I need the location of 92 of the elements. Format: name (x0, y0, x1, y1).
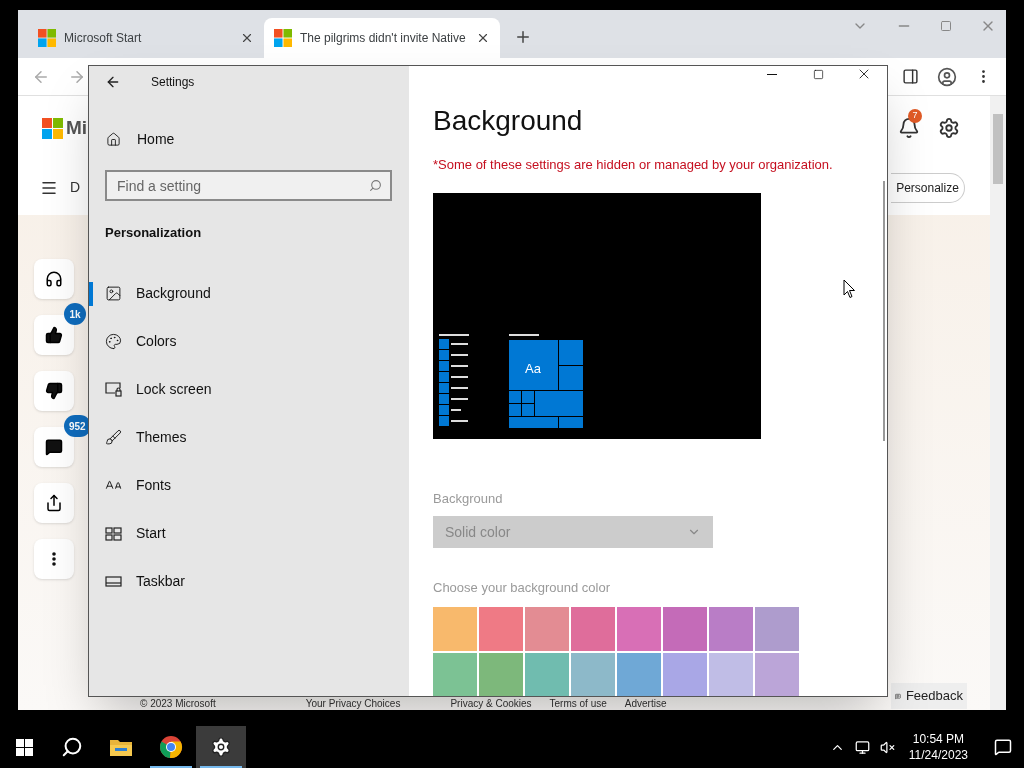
color-swatch[interactable] (709, 652, 753, 696)
comment-icon (45, 438, 63, 456)
count-badge: 1k (64, 303, 86, 325)
brush-icon (105, 429, 122, 446)
color-swatch[interactable] (433, 606, 477, 651)
volume-muted-icon[interactable] (879, 739, 895, 755)
color-swatch[interactable] (571, 606, 615, 651)
section-label: Choose your background color (433, 579, 612, 597)
nav-item[interactable]: Taskbar (89, 557, 409, 606)
monitor-lock-icon (105, 382, 122, 397)
search-icon (61, 736, 83, 758)
clock[interactable]: 10:54 PM 11/24/2023 (904, 731, 972, 763)
nav-text: D (70, 178, 81, 197)
footer-link[interactable]: Advertise (624, 698, 667, 709)
action-button[interactable] (34, 259, 74, 299)
folder-icon (109, 737, 133, 757)
network-icon[interactable] (854, 739, 870, 755)
close-icon[interactable] (476, 31, 490, 45)
tab-title: Microsoft Start (64, 30, 143, 47)
close-icon[interactable] (240, 31, 254, 45)
policy-warning: *Some of these settings are hidden or managed by your organization. (433, 156, 834, 174)
tiles-icon (105, 526, 122, 541)
thumbs-up-icon (45, 326, 63, 344)
color-swatch[interactable] (755, 652, 799, 696)
color-swatch[interactable] (525, 652, 569, 696)
home-icon (106, 131, 121, 147)
personalize-button[interactable]: Personalize (891, 172, 965, 203)
field-label: Background (433, 489, 504, 508)
window-title: Settings (151, 74, 195, 91)
gear-icon (210, 736, 232, 758)
count-badge: 952 (64, 415, 91, 437)
maximize-icon (812, 68, 824, 80)
maximize-icon[interactable] (940, 20, 952, 32)
four-squares-logo-icon (38, 29, 56, 47)
taskbar-icon (105, 576, 122, 587)
search-field[interactable]: Find a setting (105, 170, 392, 201)
settings-icon[interactable] (938, 117, 960, 139)
nav-item[interactable]: Background (89, 269, 409, 318)
four-squares-logo-icon (274, 29, 292, 47)
footer-link[interactable]: Your Privacy Choices (305, 698, 401, 709)
nav-item[interactable]: Lock screen (89, 365, 409, 414)
nav-item[interactable]: Start (89, 509, 409, 558)
thumbs-down-icon (45, 382, 63, 400)
tab-title: The pilgrims didn't invite Native (300, 30, 467, 47)
scrollbar[interactable] (883, 181, 885, 441)
notifications-icon[interactable] (994, 738, 1012, 756)
new-tab-icon[interactable] (514, 28, 532, 46)
notification-count: 7 (908, 109, 922, 123)
palette-icon (105, 333, 122, 350)
color-swatch[interactable] (663, 652, 707, 696)
taskbar-app[interactable] (196, 726, 246, 768)
mouse-pointer-icon (843, 279, 856, 299)
color-swatch[interactable] (525, 606, 569, 651)
color-swatch[interactable] (479, 652, 523, 696)
color-swatch[interactable] (709, 606, 753, 651)
color-swatch[interactable] (617, 606, 661, 651)
browser-logo-icon (159, 735, 183, 759)
action-button[interactable] (34, 371, 74, 411)
site-logo-text: Mi (66, 115, 88, 140)
headphones-icon (45, 270, 63, 288)
scrollbar[interactable] (990, 96, 1006, 710)
minimize-icon (767, 73, 777, 75)
side-panel-icon[interactable] (902, 68, 919, 85)
nav-item[interactable]: Fonts (89, 461, 409, 510)
nav-item[interactable]: Themes (89, 413, 409, 462)
color-swatch[interactable] (433, 652, 477, 696)
color-swatch[interactable] (479, 606, 523, 651)
color-swatch[interactable] (755, 606, 799, 651)
footer-link[interactable]: Terms of use (549, 698, 607, 709)
four-squares-logo-icon (42, 117, 63, 139)
tile-label: Aa (525, 359, 541, 378)
share-icon (45, 494, 63, 512)
windows-logo-icon (15, 738, 33, 756)
picture-icon (105, 285, 122, 302)
footer-link[interactable]: Privacy & Cookies (450, 698, 532, 709)
browser-tab[interactable]: The pilgrims didn't invite Native (264, 18, 500, 58)
search-icon (369, 179, 382, 192)
back-icon[interactable] (105, 74, 121, 90)
home-link[interactable]: Home (89, 123, 409, 155)
color-swatch[interactable] (617, 652, 661, 696)
profile-icon[interactable] (937, 66, 957, 87)
footer-link[interactable]: © 2023 Microsoft (140, 698, 216, 709)
color-swatch[interactable] (571, 652, 615, 696)
feedback-button[interactable]: Feedback (891, 683, 967, 709)
more-icon (52, 552, 56, 566)
action-button[interactable] (34, 483, 74, 523)
browser-tab[interactable]: Microsoft Start (28, 18, 264, 58)
color-swatch[interactable] (663, 606, 707, 651)
page-heading: Background (433, 104, 584, 138)
section-heading: Personalization (105, 224, 203, 242)
bell-icon[interactable] (898, 117, 920, 139)
nav-item[interactable]: Colors (89, 317, 409, 366)
